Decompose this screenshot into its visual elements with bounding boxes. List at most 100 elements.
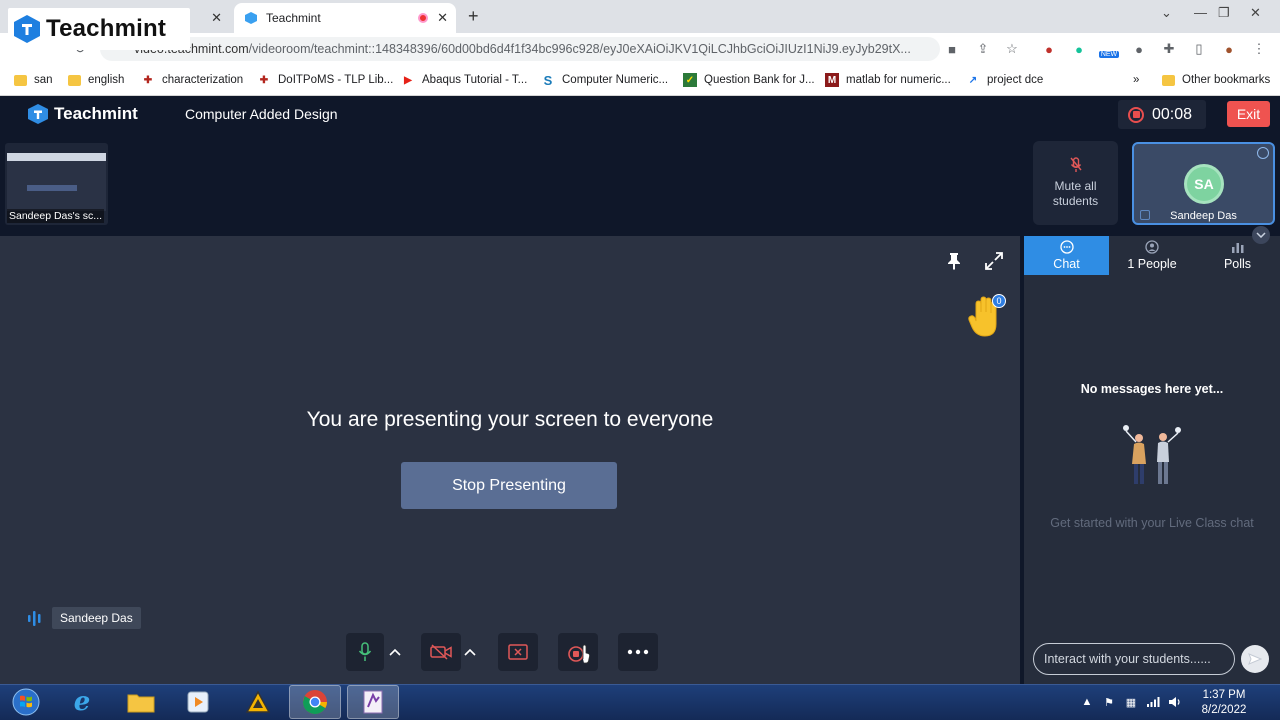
action-center-flag-icon[interactable]: ⚑	[1100, 692, 1118, 712]
screen-share-off-icon	[508, 644, 528, 660]
folder-icon	[68, 74, 81, 86]
send-message-button[interactable]	[1241, 645, 1269, 673]
bookmark-matlab[interactable]: Mmatlab for numeric...	[825, 71, 951, 89]
extension-new-icon[interactable]: NEW	[1097, 41, 1121, 58]
side-panel-icon[interactable]: ▯	[1191, 41, 1207, 57]
microphone-button[interactable]	[346, 633, 384, 671]
recording-indicator-icon	[418, 13, 428, 23]
participant-name: Sandeep Das	[1170, 210, 1237, 222]
close-tab-icon[interactable]: ✕	[211, 10, 222, 26]
teachmint-logo-icon	[28, 104, 48, 124]
network-signal-icon[interactable]	[1144, 692, 1162, 712]
extension-recorder-icon[interactable]: ●	[1041, 41, 1057, 57]
tab-search-chevron-icon[interactable]: ⌄	[1161, 5, 1172, 21]
tab-polls[interactable]: Polls	[1195, 236, 1280, 275]
tile-options-icon[interactable]	[1257, 147, 1269, 159]
book-icon: M	[825, 73, 839, 87]
show-hidden-icons-chevron-icon[interactable]: ▲	[1080, 692, 1094, 712]
start-button[interactable]	[0, 685, 52, 719]
taskbar-onenote[interactable]	[347, 685, 399, 719]
stop-screen-share-button[interactable]	[498, 633, 538, 671]
bookmark-english[interactable]: english	[68, 71, 124, 89]
folder-icon	[14, 74, 27, 86]
taskbar-internet-explorer[interactable]: e	[56, 685, 108, 719]
camera-options-chevron-icon[interactable]	[460, 633, 480, 671]
chat-message-input[interactable]	[1033, 643, 1235, 675]
bookmark-question-bank[interactable]: ✓ Question Bank for J...	[683, 71, 815, 89]
chrome-icon	[303, 690, 327, 715]
recording-timer: 00:08	[1118, 100, 1206, 129]
bookmark-other[interactable]: Other bookmarks	[1162, 71, 1270, 89]
tab-label: 1 People	[1127, 257, 1177, 271]
share-icon[interactable]: ⇪	[975, 41, 991, 57]
chat-icon	[1059, 240, 1074, 254]
windows-logo-icon	[12, 688, 40, 716]
tab-chat[interactable]: Chat	[1024, 236, 1109, 275]
more-options-button[interactable]	[618, 633, 658, 671]
exit-button[interactable]: Exit	[1227, 101, 1270, 127]
bookmark-abaqus[interactable]: ▶ Abaqus Tutorial - T...	[401, 71, 527, 89]
send-icon	[1248, 653, 1262, 665]
extensions-puzzle-icon[interactable]: ✚	[1161, 41, 1177, 57]
more-dots-icon	[627, 649, 649, 655]
taskbar-file-explorer[interactable]	[115, 685, 167, 719]
volume-icon[interactable]	[1166, 692, 1184, 712]
bookmark-characterization[interactable]: ✚ characterization	[141, 71, 243, 89]
address-bar[interactable]: video.teachmint.com/videoroom/teachmint:…	[100, 37, 940, 61]
bookmark-star-icon[interactable]: ☆	[1004, 41, 1020, 57]
class-title: Computer Added Design	[185, 106, 338, 122]
record-icon	[568, 644, 590, 664]
system-clock[interactable]: 1:37 PM 8/2/2022	[1188, 688, 1260, 718]
youtube-icon: ▶	[404, 74, 412, 86]
extension-avatar-icon[interactable]: ●	[1131, 41, 1147, 57]
chat-empty-subtitle: Get started with your Live Class chat	[1050, 516, 1254, 530]
folder-icon	[1162, 74, 1175, 86]
participant-tile-self[interactable]: SA Sandeep Das	[1132, 142, 1275, 225]
raise-hand-icon[interactable]: 0	[966, 294, 1006, 342]
scribd-icon: S	[543, 72, 553, 88]
close-window-button[interactable]: ✕	[1250, 5, 1261, 21]
clock-time: 1:37 PM	[1202, 689, 1246, 701]
minimize-button[interactable]: —	[1194, 5, 1207, 20]
timer-value: 00:08	[1152, 105, 1193, 123]
bookmarks-overflow-button[interactable]: »	[1133, 71, 1139, 89]
fullscreen-icon[interactable]	[983, 250, 1005, 272]
taskbar-chrome[interactable]	[289, 685, 341, 719]
camera-permission-icon[interactable]: ■	[944, 41, 960, 57]
presentation-stage	[0, 236, 1020, 684]
tab-label: Chat	[1053, 257, 1080, 271]
profile-avatar-icon[interactable]: ●	[1221, 41, 1237, 57]
camera-button[interactable]	[421, 633, 461, 671]
restore-button[interactable]: ❐	[1218, 5, 1230, 21]
close-tab-icon[interactable]: ✕	[437, 10, 448, 26]
folder-icon	[127, 694, 155, 713]
polls-icon	[1231, 240, 1245, 254]
link-icon: ↗	[968, 74, 978, 86]
triangle-app-icon	[245, 690, 271, 713]
stop-presenting-button[interactable]: Stop Presenting	[401, 462, 617, 509]
raised-hands-count: 0	[992, 294, 1006, 308]
bookmark-san[interactable]: san	[14, 71, 53, 89]
active-speaker-label: Sandeep Das	[26, 607, 141, 629]
screen-preview	[7, 153, 106, 211]
new-tab-button[interactable]: +	[468, 6, 479, 27]
mute-all-students-button[interactable]: Mute all students	[1033, 141, 1118, 225]
bookmark-doitpoms[interactable]: ✚ DoITPoMS - TLP Lib...	[257, 71, 393, 89]
bookmark-computer-numeric[interactable]: S Computer Numeric...	[541, 71, 668, 89]
pin-icon[interactable]	[943, 250, 965, 272]
tab-label: Polls	[1223, 257, 1252, 271]
browser-menu-icon[interactable]: ⋮	[1251, 41, 1267, 57]
taskbar-app-triangle[interactable]	[232, 685, 284, 719]
mic-options-chevron-icon[interactable]	[385, 633, 405, 671]
tray-device-icon[interactable]: ▦	[1122, 692, 1140, 712]
taskbar-media-player[interactable]	[172, 685, 224, 719]
note-app-icon	[363, 690, 383, 714]
bookmark-project-dce[interactable]: ↗ project dce	[966, 71, 1043, 89]
tab-people[interactable]: 1 People	[1109, 236, 1195, 275]
tab-title: Teachmint	[266, 11, 321, 25]
grammarly-icon[interactable]: ●	[1071, 41, 1087, 57]
check-icon: ✓	[683, 73, 697, 87]
screen-share-thumbnail[interactable]: Sandeep Das's sc...	[5, 143, 108, 225]
record-button[interactable]	[558, 633, 598, 671]
browser-tab-teachmint[interactable]: Teachmint ✕	[234, 3, 456, 33]
